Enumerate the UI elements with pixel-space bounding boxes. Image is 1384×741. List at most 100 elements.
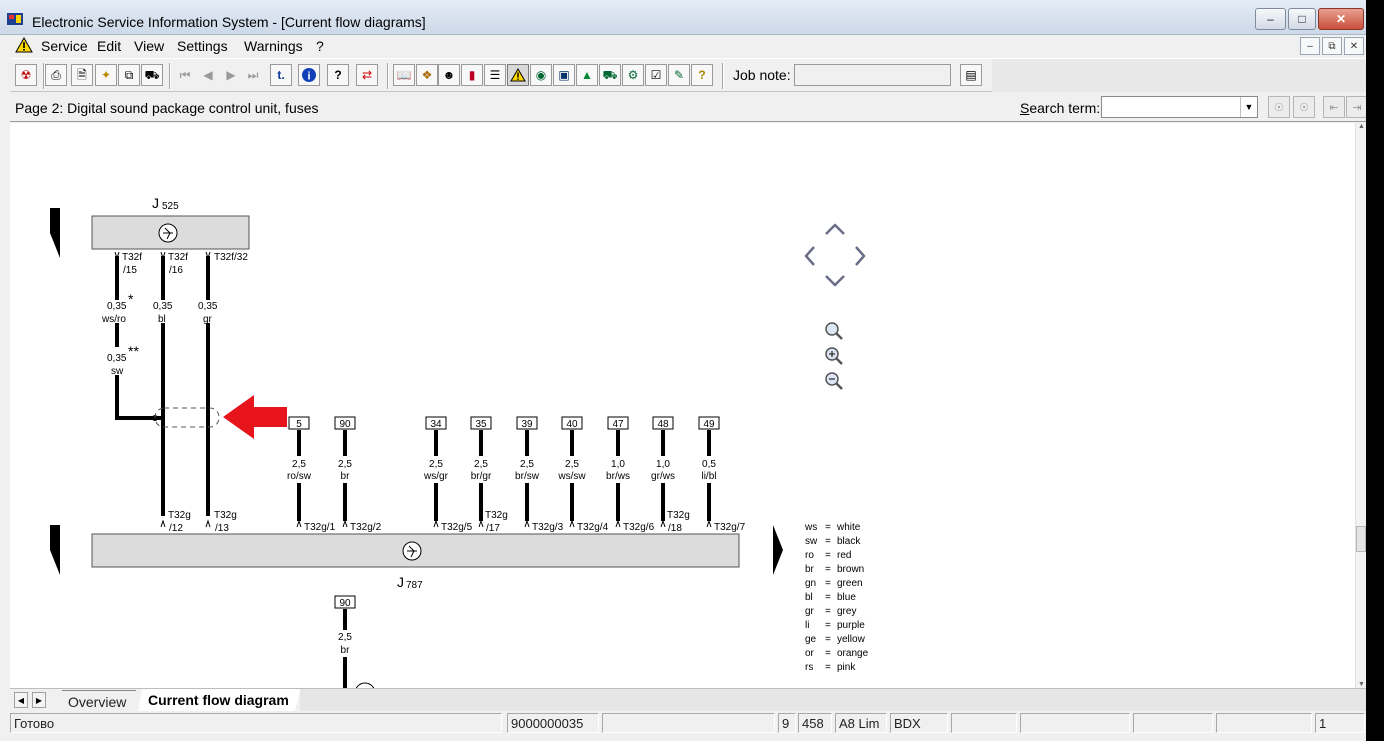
mdi-minimize-button[interactable]: –	[1300, 37, 1320, 55]
edit-doc-button[interactable]: ✎	[668, 64, 690, 86]
person-button[interactable]: ☻	[438, 64, 460, 86]
switch-button[interactable]: ⇄	[356, 64, 378, 86]
tab-scroll-right-icon[interactable]: ▶	[32, 692, 46, 708]
warnings-button[interactable]	[507, 64, 529, 86]
pan-up-icon[interactable]	[825, 223, 845, 235]
next-page-button[interactable]: ▶	[220, 64, 242, 86]
align-right-button[interactable]: ⇥	[1346, 96, 1366, 118]
help-doc-button[interactable]: ?	[691, 64, 713, 86]
wire-size-label: 1,0	[656, 459, 670, 470]
pin-label: T32g/1	[304, 522, 336, 533]
control-unit-j525[interactable]: J 525	[91, 195, 250, 250]
parts-button[interactable]: ❖	[416, 64, 438, 86]
notepad-icon: ▤	[965, 68, 977, 82]
tab-overview[interactable]: Overview	[54, 690, 136, 711]
vertical-scrollbar[interactable]: ▲ ▼	[1355, 123, 1366, 688]
workshop-manual-button[interactable]: 📖	[393, 64, 415, 86]
mdi-restore-button[interactable]: ⧉	[1322, 37, 1342, 55]
fuse-wire[interactable]: 40 2,5ws/sw T32g/4	[557, 416, 609, 533]
last-page-button[interactable]: ⏭	[242, 64, 264, 86]
job-note-button[interactable]: ▤	[960, 64, 982, 86]
green-tool-button[interactable]: ▲	[576, 64, 598, 86]
checklist-button[interactable]: ☑	[645, 64, 667, 86]
pan-down-icon[interactable]	[825, 275, 845, 287]
menu-settings[interactable]: Settings	[177, 38, 228, 54]
tab-scroll-left-icon[interactable]: ◀	[14, 692, 28, 708]
fuse-wire[interactable]: 49 0,5li/bl T32g/7	[698, 416, 746, 533]
scroll-up-icon[interactable]: ▲	[1358, 123, 1365, 130]
list-button[interactable]: ☰	[484, 64, 506, 86]
help-button[interactable]: ?	[327, 64, 349, 86]
zoom-in-icon[interactable]	[825, 347, 843, 365]
search-forward-button[interactable]: ☉	[1268, 96, 1290, 118]
back-link-button[interactable]: t.	[270, 64, 292, 86]
pan-left-icon[interactable]	[804, 246, 815, 266]
pin-arrow	[706, 519, 712, 528]
fuse-wire[interactable]: 90 2,5br T32g/2	[334, 416, 382, 533]
fuse-wire[interactable]: 39 2,5br/sw T32g/3	[515, 416, 564, 533]
diagnosis-button[interactable]: ⚙	[622, 64, 644, 86]
mdi-close-button[interactable]: ✕	[1344, 37, 1364, 55]
fuse-wire[interactable]: 34 2,5ws/gr T32g/5	[423, 416, 473, 533]
fuse-wire[interactable]: 35 2,5br/gr T32g/17	[470, 416, 508, 534]
menu-edit[interactable]: Edit	[97, 38, 121, 54]
scroll-down-icon[interactable]: ▼	[1358, 681, 1365, 688]
previous-page-button[interactable]: ◀	[197, 64, 219, 86]
status-engine: BDX	[890, 713, 948, 733]
minimize-button[interactable]: –	[1255, 8, 1286, 30]
fuse-wire[interactable]: 48 1,0gr/ws T32g/18	[651, 416, 690, 534]
menu-help[interactable]: ?	[316, 38, 324, 54]
pin-label: /12	[169, 523, 183, 534]
control-unit-j787[interactable]: J 787	[91, 533, 740, 591]
zoom-out-icon[interactable]	[825, 372, 843, 390]
pan-right-icon[interactable]	[855, 246, 866, 266]
vehicle-button[interactable]: ⛟	[141, 64, 163, 86]
wire-color-label: ws/ro	[101, 314, 126, 325]
align-left-button[interactable]: ⇤	[1323, 96, 1345, 118]
new-document-button[interactable]: 🗎	[71, 64, 93, 86]
pin-label: T32g/3	[532, 522, 564, 533]
copy-button[interactable]: ⧉	[118, 64, 140, 86]
first-page-button[interactable]: ⏮	[174, 64, 196, 86]
fuse-wire[interactable]: 47 1,0br/ws T32g/6	[606, 416, 655, 533]
search-combobox[interactable]: ▼	[1101, 96, 1258, 118]
search-input[interactable]	[1102, 97, 1240, 117]
zoom-icon[interactable]	[825, 322, 843, 340]
wire-color-label: ws/sw	[557, 471, 586, 482]
menu-warnings[interactable]: Warnings	[244, 38, 303, 54]
warning-icon[interactable]	[15, 37, 33, 53]
previous-page-arrow-icon[interactable]	[50, 525, 60, 575]
menu-view[interactable]: View	[134, 38, 164, 54]
print-button[interactable]: ⎙	[45, 64, 67, 86]
next-page-arrow-icon[interactable]	[773, 525, 783, 575]
book-button[interactable]: ▮	[461, 64, 483, 86]
binoculars-icon: ☉	[1274, 101, 1284, 114]
close-button[interactable]: ✕	[1318, 8, 1364, 30]
chevron-down-icon[interactable]: ▼	[1240, 97, 1257, 117]
menu-service[interactable]: Service	[41, 38, 88, 54]
maximize-button[interactable]: □	[1288, 8, 1316, 30]
wire-size-label: 0,35	[107, 353, 127, 364]
diagram-viewport[interactable]: J 525 J 787 T32f /15 T32f /16 T32f/32 0,…	[10, 123, 1355, 688]
tab-current-flow-diagram[interactable]: Current flow diagram	[138, 689, 301, 711]
job-note-input[interactable]	[794, 64, 951, 86]
legend-item: rs = pink	[805, 662, 856, 673]
search-label-text: earch term:	[1029, 100, 1101, 116]
exit-icon: ☢	[20, 68, 32, 82]
toolbar-separator	[169, 63, 171, 89]
previous-page-arrow-icon[interactable]	[50, 208, 60, 258]
info-icon: i	[301, 67, 317, 83]
scrollbar-thumb[interactable]	[1356, 526, 1366, 552]
wire-ws-ro[interactable]	[115, 256, 162, 421]
dialog-button[interactable]: ▣	[553, 64, 575, 86]
open-document-button[interactable]: ✦	[95, 64, 117, 86]
lower-wire[interactable]: 90 2,5 br 242	[334, 595, 375, 688]
exit-button[interactable]: ☢	[15, 64, 37, 86]
car-green-button[interactable]: ⛟	[599, 64, 621, 86]
fuse-wire[interactable]: 5 2,5ro/sw T32g/1	[287, 416, 336, 533]
globe-button[interactable]: ◉	[530, 64, 552, 86]
legend-item: sw = black	[805, 536, 861, 547]
document-star-icon: ✦	[100, 68, 112, 82]
info-button[interactable]: i	[298, 64, 320, 86]
search-back-button[interactable]: ☉	[1293, 96, 1315, 118]
